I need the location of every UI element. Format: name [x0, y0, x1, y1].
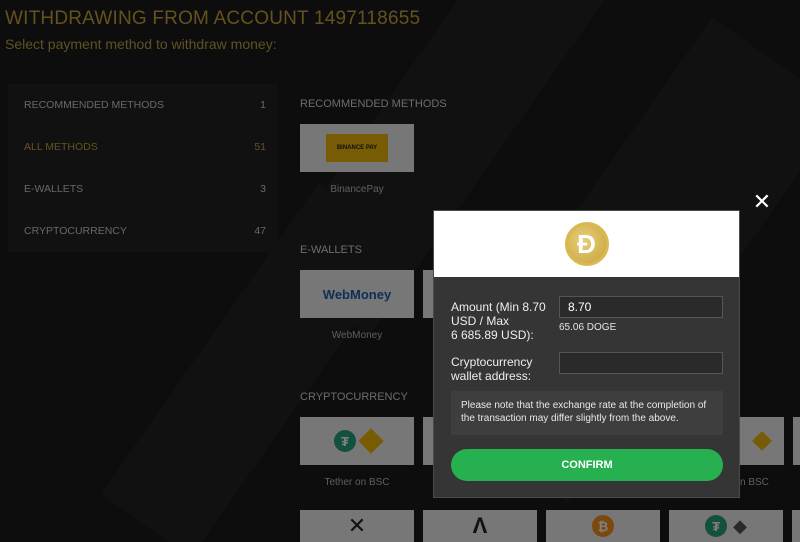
confirm-button[interactable]: CONFIRM	[451, 449, 723, 481]
withdraw-modal: Ð Amount (Min 8.70 USD / Max 6 685.89 US…	[433, 210, 740, 498]
dogecoin-icon: Ð	[564, 222, 609, 266]
wallet-address-input[interactable]	[559, 352, 723, 374]
wallet-label-line: Cryptocurrency	[451, 355, 533, 369]
wallet-label-line: wallet address:	[451, 369, 532, 383]
amount-label-line: 6 685.89 USD):	[451, 328, 534, 342]
amount-input[interactable]	[559, 296, 723, 318]
wallet-address-label: Cryptocurrency wallet address:	[451, 355, 532, 383]
amount-label-line: Amount (Min 8.70	[451, 300, 546, 314]
exchange-rate-note: Please note that the exchange rate at th…	[451, 391, 723, 435]
modal-header: Ð	[434, 211, 739, 277]
conversion-amount: 65.06 DOGE	[559, 322, 617, 333]
amount-label-line: USD / Max	[451, 314, 510, 328]
amount-label: Amount (Min 8.70 USD / Max 6 685.89 USD)…	[451, 300, 546, 342]
close-icon[interactable]: ✕	[752, 191, 772, 213]
